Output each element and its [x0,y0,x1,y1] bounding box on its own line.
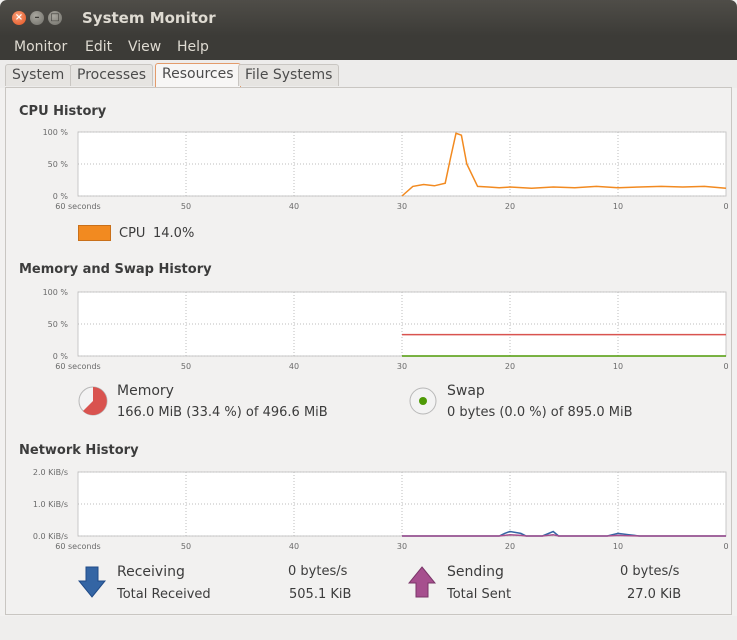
mem-x-tick-label: 30 [397,362,407,371]
cpu-x-tick-label: 0 [723,202,728,211]
minimize-button[interactable]: – [30,11,44,25]
swap-pie-icon[interactable] [408,386,438,416]
total-received-label: Total Received [117,587,211,602]
menu-bar: Monitor Edit View Help [0,36,737,60]
status-bar [0,616,737,640]
maximize-button[interactable]: □ [48,11,62,25]
net-x-tick-label: 0 [723,542,728,551]
mem-x-tick-label: 0 [723,362,728,371]
menu-help[interactable]: Help [177,39,209,55]
total-sent-label: Total Sent [447,587,512,602]
net-y-tick-label: 0.0 KiB/s [33,532,68,541]
cpu-x-tick-label: 10 [613,202,623,211]
swap-label: Swap [447,383,485,399]
net-y-tick-label: 2.0 KiB/s [33,468,68,477]
receiving-arrow-icon[interactable] [78,565,106,599]
cpu-x-tick-label: 30 [397,202,407,211]
net-x-tick-label: 10 [613,542,623,551]
menu-view[interactable]: View [128,39,161,55]
mem-y-tick-label: 0 % [53,352,69,361]
cpu-legend-value: 14.0% [153,226,195,241]
cpu-y-tick-label: 0 % [53,192,69,201]
mem-x-tick-label: 40 [289,362,299,371]
tab-bar: System Processes Resources File Systems [0,60,737,88]
memory-pie-icon[interactable] [77,385,109,417]
cpu-x-tick-label: 40 [289,202,299,211]
tab-file-systems[interactable]: File Systems [238,64,340,86]
mem-y-tick-label: 50 % [48,320,69,329]
mem-y-tick-label: 100 % [43,288,69,297]
menu-monitor[interactable]: Monitor [14,39,67,55]
mem-x-tick-label: 50 [181,362,191,371]
network-section-title: Network History [19,443,139,458]
cpu-x-tick-label: 50 [181,202,191,211]
mem-x-tick-label: 60 seconds [55,362,100,371]
tab-processes[interactable]: Processes [70,64,154,86]
receiving-label: Receiving [117,564,185,580]
net-x-tick-label: 20 [505,542,515,551]
cpu-x-tick-label: 60 seconds [55,202,100,211]
memory-value: 166.0 MiB (33.4 %) of 496.6 MiB [117,405,328,420]
sending-label: Sending [447,564,504,580]
network-history-graph: 2.0 KiB/s 1.0 KiB/s 0.0 KiB/s60 seconds 50 4… [33,468,729,551]
cpu-color-swatch[interactable] [78,225,111,241]
menu-edit[interactable]: Edit [85,39,112,55]
net-x-tick-label: 50 [181,542,191,551]
total-sent-value: 27.0 KiB [627,587,682,602]
window-title: System Monitor [82,9,216,27]
net-x-tick-label: 30 [397,542,407,551]
net-y-tick-label: 1.0 KiB/s [33,500,68,509]
mem-x-tick-label: 20 [505,362,515,371]
cpu-y-tick-label: 50 % [48,160,69,169]
tab-resources[interactable]: Resources [155,63,241,88]
net-x-tick-label: 60 seconds [55,542,100,551]
cpu-y-tick-label: 100 % [43,128,69,137]
total-received-value: 505.1 KiB [289,587,352,602]
cpu-section-title: CPU History [19,104,107,119]
tab-system[interactable]: System [5,64,72,86]
swap-value: 0 bytes (0.0 %) of 895.0 MiB [447,405,633,420]
receiving-value: 0 bytes/s [288,564,348,579]
sending-value: 0 bytes/s [620,564,680,579]
mem-x-tick-label: 10 [613,362,623,371]
memory-swap-history-graph: 100 % 50 % 0 %60 seconds 50 40 30 20 10 0 [43,288,729,371]
sending-arrow-icon[interactable] [408,565,436,599]
close-button[interactable]: × [12,11,26,25]
net-x-tick-label: 40 [289,542,299,551]
title-bar: × – □ System Monitor [0,0,737,36]
memory-swap-section-title: Memory and Swap History [19,262,212,277]
cpu-legend-label: CPU [119,226,146,241]
cpu-x-tick-label: 20 [505,202,515,211]
memory-label: Memory [117,383,174,399]
